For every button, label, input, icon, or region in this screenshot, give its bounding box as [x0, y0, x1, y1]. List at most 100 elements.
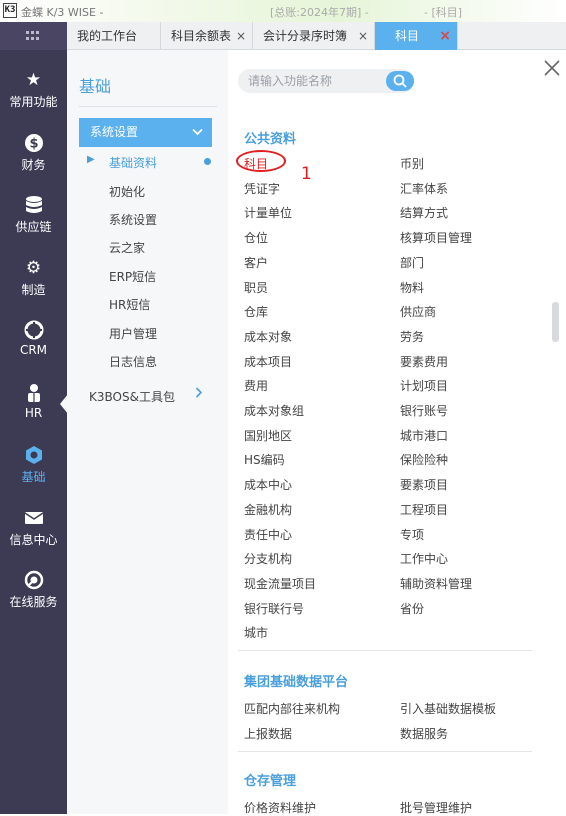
- grid-icon: [26, 31, 40, 41]
- star-icon: ★: [25, 70, 42, 90]
- scrollbar[interactable]: [552, 302, 559, 342]
- close-icon[interactable]: ×: [439, 22, 451, 50]
- subnav-item-system-settings[interactable]: 系统设置: [109, 211, 157, 228]
- search-input[interactable]: [248, 72, 388, 90]
- close-icon: [544, 60, 560, 76]
- app-menu-button[interactable]: [0, 22, 67, 50]
- tab-accounts[interactable]: 科目 ×: [375, 22, 458, 50]
- menu-item[interactable]: 引入基础数据模板: [400, 700, 496, 717]
- menu-item[interactable]: 成本项目: [244, 353, 292, 370]
- menu-item[interactable]: 数据服务: [400, 725, 448, 742]
- menu-item[interactable]: 批号管理维护: [400, 799, 472, 816]
- menu-item[interactable]: 国别地区: [244, 427, 292, 444]
- menu-item[interactable]: 分支机构: [244, 550, 292, 567]
- menu-item[interactable]: 省份: [400, 600, 424, 617]
- close-icon[interactable]: ×: [358, 22, 368, 50]
- menu-item[interactable]: 物料: [400, 279, 424, 296]
- menu-item[interactable]: 汇率体系: [400, 180, 448, 197]
- dollar-icon: $: [24, 133, 44, 153]
- menu-item[interactable]: 结算方式: [400, 204, 448, 221]
- menu-item[interactable]: 职员: [244, 279, 268, 296]
- menu-item[interactable]: 币别: [400, 155, 424, 172]
- section-title-group-platform: 集团基础数据平台: [244, 675, 349, 690]
- menu-item[interactable]: 供应商: [400, 303, 436, 320]
- menu-item[interactable]: 银行联行号: [244, 600, 304, 617]
- annotation-number: 1: [301, 164, 312, 184]
- nav-label: 常用功能: [9, 95, 58, 109]
- nav-label: 制造: [21, 283, 46, 297]
- tab-label: 我的工作台: [77, 29, 138, 43]
- menu-item[interactable]: 要素费用: [400, 353, 448, 370]
- menu-item[interactable]: 凭证字: [244, 180, 280, 197]
- menu-item[interactable]: 工程项目: [400, 501, 448, 518]
- menu-item[interactable]: 核算项目管理: [400, 229, 472, 246]
- menu-item[interactable]: 专项: [400, 526, 424, 543]
- subnav-item-base-data[interactable]: 基础资料: [109, 154, 157, 171]
- menu-item[interactable]: 匹配内部往来机构: [244, 700, 340, 717]
- active-dot-icon: [204, 158, 211, 165]
- subnav-item-hr-sms[interactable]: HR短信: [109, 296, 150, 313]
- subnav-item-erp-sms[interactable]: ERP短信: [109, 268, 156, 285]
- tab-account-balance[interactable]: 科目余额表 ×: [161, 22, 253, 50]
- subnav-item-k3bos[interactable]: K3BOS&工具包: [89, 388, 175, 405]
- menu-item[interactable]: 辅助资料管理: [400, 575, 472, 592]
- search-button[interactable]: [386, 71, 414, 91]
- menu-item[interactable]: 费用: [244, 377, 268, 394]
- menu-item[interactable]: HS编码: [244, 451, 285, 468]
- divider: [79, 106, 217, 107]
- subnav-item-init[interactable]: 初始化: [109, 183, 145, 200]
- menu-item[interactable]: 成本对象: [244, 328, 292, 345]
- nav-item-crm[interactable]: CRM: [0, 314, 67, 376]
- subnav-item-log-info[interactable]: 日志信息: [109, 353, 157, 370]
- current-module: - [科目]: [424, 6, 463, 19]
- section-title-inventory: 仓存管理: [244, 774, 297, 789]
- menu-item[interactable]: 仓位: [244, 229, 268, 246]
- nav-item-base[interactable]: 基础: [0, 439, 67, 501]
- menu-item[interactable]: 城市: [244, 624, 268, 641]
- menu-item[interactable]: 计量单位: [244, 204, 292, 221]
- main-panel: 公共资料 1 科目 币别凭证字 汇率体系计量单位 结算方式仓位 核算项目管理客户 部门职员…: [228, 50, 566, 816]
- chevron-right-icon: [195, 387, 203, 402]
- nav-item-manufacturing[interactable]: ⚙ 制造: [0, 252, 67, 314]
- nav-item-info-center[interactable]: 信息中心: [0, 502, 67, 564]
- menu-item[interactable]: 计划项目: [400, 377, 448, 394]
- menu-item[interactable]: 上报数据: [244, 725, 292, 742]
- menu-item[interactable]: 银行账号: [400, 402, 448, 419]
- nav-item-finance[interactable]: $ 财务: [0, 127, 67, 189]
- left-nav: ★ 常用功能 $ 财务 供应链 ⚙ 制造 CRM HR 基础 信息中心 在线服务: [0, 50, 67, 814]
- menu-item[interactable]: 仓库: [244, 303, 268, 320]
- group-system-settings[interactable]: 系统设置: [79, 118, 212, 147]
- nav-item-supply-chain[interactable]: 供应链: [0, 189, 67, 251]
- menu-item[interactable]: 劳务: [400, 328, 424, 345]
- nav-item-favorites[interactable]: ★ 常用功能: [0, 64, 67, 126]
- online-service-icon: [24, 570, 44, 590]
- close-panel-button[interactable]: [543, 59, 561, 77]
- menu-item[interactable]: 责任中心: [244, 526, 292, 543]
- tab-my-workbench[interactable]: 我的工作台: [67, 22, 161, 50]
- nav-item-hr[interactable]: HR: [0, 377, 67, 439]
- menu-item[interactable]: 城市港口: [400, 427, 448, 444]
- menu-item[interactable]: 现金流量项目: [244, 575, 316, 592]
- menu-item[interactable]: 要素项目: [400, 476, 448, 493]
- menu-item[interactable]: 成本中心: [244, 476, 292, 493]
- section-title-public-data: 公共资料: [244, 132, 297, 147]
- tab-journal[interactable]: 会计分录序时簿 ×: [253, 22, 375, 50]
- menu-item[interactable]: 成本对象组: [244, 402, 304, 419]
- menu-item[interactable]: 价格资料维护: [244, 799, 316, 816]
- crm-icon: [24, 320, 44, 340]
- menu-item[interactable]: 保险险种: [400, 451, 448, 468]
- close-icon[interactable]: ×: [236, 22, 246, 50]
- nav-label: 信息中心: [9, 533, 58, 547]
- menu-item[interactable]: 部门: [400, 254, 424, 271]
- nav-label: 在线服务: [9, 595, 58, 609]
- menu-item[interactable]: 客户: [244, 254, 268, 271]
- account-period: [总账:2024年7期] -: [270, 6, 369, 19]
- nav-label: 供应链: [15, 220, 52, 234]
- subnav-item-yunzhijia[interactable]: 云之家: [109, 239, 145, 256]
- svg-text:$: $: [29, 137, 38, 152]
- subnav-item-user-management[interactable]: 用户管理: [109, 325, 157, 342]
- menu-item[interactable]: 工作中心: [400, 550, 448, 567]
- menu-item[interactable]: 科目: [244, 155, 268, 172]
- nav-item-online-service[interactable]: 在线服务: [0, 564, 67, 626]
- menu-item[interactable]: 金融机构: [244, 501, 292, 518]
